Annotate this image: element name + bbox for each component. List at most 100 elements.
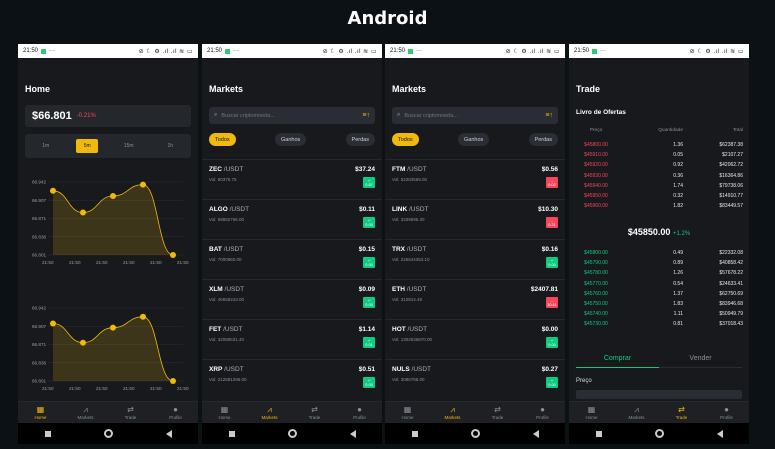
coin-row[interactable]: XLM /USDT Vol: 46658243.00 $0.09 +0.00 bbox=[202, 279, 382, 319]
coin-row[interactable]: LINK /USDT Vol: 3339596.30 $10.30 -0.31 bbox=[385, 199, 565, 239]
nav-label: Profile bbox=[536, 414, 549, 420]
status-time: 21:50 bbox=[207, 48, 223, 54]
filter-perdas[interactable]: Perdas bbox=[345, 133, 375, 146]
row-price: $45760.00 bbox=[584, 290, 608, 297]
coin-row[interactable]: BAT /USDT Vol: 7000960.00 $0.15 +0.00 bbox=[202, 239, 382, 279]
nav-label: Markets bbox=[77, 414, 94, 420]
coin-quote: /USDT bbox=[405, 246, 427, 253]
back-icon[interactable] bbox=[165, 429, 172, 438]
home-grid-icon: ▦ bbox=[403, 404, 412, 414]
search-input[interactable] bbox=[221, 112, 342, 119]
home-circle-icon[interactable] bbox=[654, 429, 664, 438]
ask-row[interactable]: $45960.00 1.82 $83449.57 bbox=[569, 201, 749, 211]
coin-row[interactable]: TRX /USDT Vol: 226644353.10 $0.16 +0.00 bbox=[385, 239, 565, 279]
data-point[interactable] bbox=[80, 209, 86, 216]
ask-row[interactable]: $45950.00 0.32 $14910.77 bbox=[569, 191, 749, 201]
recents-icon[interactable] bbox=[411, 430, 418, 437]
data-point[interactable] bbox=[50, 187, 56, 194]
data-point[interactable] bbox=[80, 339, 86, 346]
back-icon[interactable] bbox=[532, 429, 539, 438]
back-icon[interactable] bbox=[716, 429, 723, 438]
bid-row[interactable]: $45740.00 1.11 $50949.79 bbox=[569, 309, 749, 319]
ask-row[interactable]: $45800.00 1.36 $62387.38 bbox=[569, 140, 749, 150]
data-point[interactable] bbox=[140, 313, 146, 320]
coin-row[interactable]: HOT /USDT Vol: 1302636870.00 $0.00 +0.00 bbox=[385, 319, 565, 359]
nav-profile[interactable]: ● Profile bbox=[527, 405, 559, 420]
nav-markets[interactable]: ⩘ Markets bbox=[70, 405, 102, 420]
coin-row[interactable]: NULS /USDT Vol: 3086786.00 $0.27 +0.00 bbox=[385, 359, 565, 399]
ask-row[interactable]: $45930.00 0.36 $16364.86 bbox=[569, 171, 749, 181]
nav-markets[interactable]: ⩘ Markets bbox=[437, 405, 469, 420]
nav-profile[interactable]: ● Profile bbox=[711, 405, 743, 420]
home-circle-icon[interactable] bbox=[470, 429, 480, 438]
timeframe-5m[interactable]: 5m bbox=[76, 139, 99, 153]
coin-row[interactable]: FET /USDT Vol: 32089531.40 $1.14 +0.01 bbox=[202, 319, 382, 359]
filter-ganhos[interactable]: Ganhos bbox=[274, 133, 307, 146]
ask-row[interactable]: $45910.00 0.05 $2107.27 bbox=[569, 150, 749, 160]
timeframe-1h[interactable]: 1h bbox=[159, 139, 181, 153]
bid-row[interactable]: $45770.00 0.54 $24633.41 bbox=[569, 279, 749, 289]
nav-home[interactable]: ▦ Home bbox=[392, 404, 424, 420]
status-icons: ⊘ ☾ ⚙ .ıl .ıl ≋ ▭ bbox=[505, 48, 560, 55]
nav-trade[interactable]: ⇄ Trade bbox=[299, 405, 331, 420]
nav-profile[interactable]: ● Profile bbox=[160, 405, 192, 420]
recents-icon[interactable] bbox=[44, 430, 51, 437]
home-circle-icon[interactable] bbox=[103, 429, 113, 438]
recents-icon[interactable] bbox=[595, 430, 602, 437]
timeframe-1m[interactable]: 1m bbox=[35, 139, 57, 153]
nav-home[interactable]: ▦ Home bbox=[209, 405, 241, 420]
coin-row[interactable]: ETH /USDT Vol: 312814.49 $2407.81 -30.41 bbox=[385, 279, 565, 319]
back-icon[interactable] bbox=[349, 429, 356, 438]
nav-markets[interactable]: ⩘ Markets bbox=[254, 405, 286, 420]
bid-row[interactable]: $45750.00 1.83 $83946.68 bbox=[569, 299, 749, 309]
notification-icon bbox=[408, 48, 414, 54]
bid-row[interactable]: $45730.00 0.81 $37018.43 bbox=[569, 319, 749, 329]
nav-home[interactable]: ▦ Home bbox=[25, 405, 57, 420]
filter-perdas[interactable]: Perdas bbox=[528, 133, 558, 146]
coin-row[interactable]: FTM /USDT Vol: 52283569.00 $0.56 -0.02 bbox=[385, 159, 565, 199]
tab-comprar[interactable]: Comprar bbox=[576, 355, 659, 368]
row-quantity: 0.54 bbox=[673, 280, 683, 287]
nav-markets[interactable]: ⩘ Markets bbox=[621, 405, 653, 420]
row-quantity: 1.36 bbox=[673, 142, 683, 149]
filter-todos[interactable]: Todos bbox=[209, 133, 236, 146]
data-point[interactable] bbox=[170, 378, 176, 384]
bid-row[interactable]: $45780.00 1.26 $57678.22 bbox=[569, 268, 749, 278]
data-point[interactable] bbox=[50, 320, 56, 327]
data-point[interactable] bbox=[170, 252, 176, 258]
nav-trade[interactable]: ⇄ Trade bbox=[115, 405, 147, 420]
data-point[interactable] bbox=[110, 324, 116, 331]
status-dots: ··· bbox=[49, 48, 56, 54]
recents-icon[interactable] bbox=[228, 430, 235, 437]
change-value: 0.00 bbox=[548, 342, 556, 347]
row-price: $45770.00 bbox=[584, 280, 608, 287]
price-input[interactable] bbox=[576, 390, 742, 399]
coin-row[interactable]: ALGO /USDT Vol: 58882766.00 $0.11 +0.00 bbox=[202, 199, 382, 239]
coin-row[interactable]: ZEC /USDT Vol: 80376.75 $37.24 +0.87 bbox=[202, 159, 382, 199]
bottom-nav: ▦ Home ⩘ Markets ⇄ Trade ● Profile bbox=[385, 401, 565, 423]
bid-row[interactable]: $45760.00 1.37 $62750.69 bbox=[569, 289, 749, 299]
nav-trade[interactable]: ⇄ Trade bbox=[482, 405, 514, 420]
home-circle-icon[interactable] bbox=[287, 429, 297, 438]
tab-vender[interactable]: Vender bbox=[659, 355, 742, 368]
coin-row[interactable]: XRP /USDT Vol: 212581296.00 $0.51 +0.00 bbox=[202, 359, 382, 399]
x-tick-label: 21:50 bbox=[123, 260, 135, 265]
nav-trade[interactable]: ⇄ Trade bbox=[666, 405, 698, 420]
data-point[interactable] bbox=[140, 181, 146, 188]
timeframe-15m[interactable]: 15m bbox=[118, 139, 140, 153]
sort-icon[interactable]: ≡↑ bbox=[362, 112, 370, 119]
bid-row[interactable]: $45800.00 0.49 $22332.08 bbox=[569, 248, 749, 258]
nav-home[interactable]: ▦ Home bbox=[576, 405, 608, 420]
search-input[interactable] bbox=[404, 112, 525, 119]
filter-ganhos[interactable]: Ganhos bbox=[457, 133, 490, 146]
nav-profile[interactable]: ● Profile bbox=[344, 405, 376, 420]
filter-todos[interactable]: Todos bbox=[392, 133, 419, 146]
ask-row[interactable]: $45920.00 0.92 $42062.72 bbox=[569, 160, 749, 170]
ask-row[interactable]: $45940.00 1.74 $79738.06 bbox=[569, 181, 749, 191]
bid-row[interactable]: $45790.00 0.89 $40858.42 bbox=[569, 258, 749, 268]
system-nav-bar bbox=[569, 423, 749, 444]
timeframe-selector: 1m 5m 15m 1h bbox=[25, 134, 191, 158]
data-point[interactable] bbox=[110, 192, 116, 199]
row-quantity: 0.36 bbox=[673, 172, 683, 179]
sort-icon[interactable]: ≡↑ bbox=[545, 112, 553, 119]
